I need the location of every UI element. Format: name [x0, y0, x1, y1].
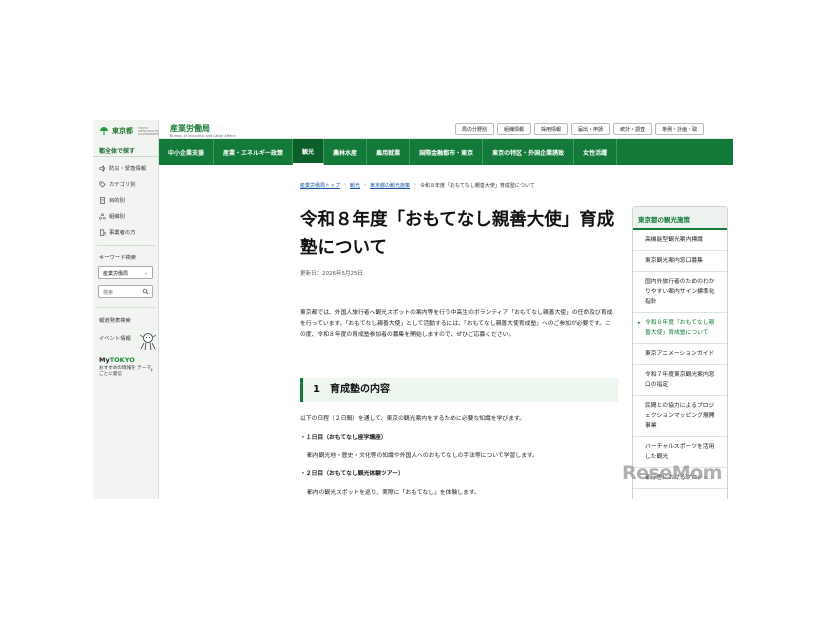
- nav-women[interactable]: 女性活躍: [574, 139, 618, 165]
- top-links: 局の分野別 組織情報 採用情報 届出・申請 統計・調査 条例・計画・取: [455, 123, 705, 135]
- sidebar-item-label: 目的別: [109, 198, 125, 204]
- top-link-recruit[interactable]: 採用情報: [534, 123, 569, 135]
- intro-paragraph: 東京都では、外国人旅行者へ観光スポットの案内等を行う中高生のボランティア「おもて…: [300, 310, 613, 338]
- sidebar-item-label: カテゴリ別: [109, 182, 136, 188]
- chevron-right-icon: ›: [344, 182, 347, 188]
- mytokyo-title: MyTOKYO: [99, 356, 155, 364]
- chevron-right-icon: ›: [414, 182, 417, 188]
- related-link[interactable]: 民間との協力によるプロジェクションマッピング展開事業: [633, 396, 727, 437]
- resemom-watermark: ReseMom: [622, 462, 722, 484]
- sidebar-item-label: 組織別: [109, 214, 125, 220]
- related-link-label: 令和８年度「おもてなし親善大使」育成塾について: [645, 320, 715, 336]
- section-heading: 1 育成塾の内容: [300, 378, 618, 402]
- divider: [97, 307, 155, 308]
- sidebar-item-organization[interactable]: 組織別: [99, 212, 125, 220]
- sidebar-item-label: 防災・緊急情報: [109, 166, 147, 172]
- sidebar-item-business[interactable]: 事業者の方: [99, 228, 136, 236]
- mytokyo-title-a: My: [99, 356, 110, 364]
- keyword-search-label: キーワード検索: [99, 255, 137, 261]
- event-info-label: イベント情報: [99, 336, 131, 342]
- nav-sme-support[interactable]: 中小企業支援: [159, 139, 215, 165]
- browser-page: 東京都 TOKYO METROPOLITAN GOVERNMENT 都全体で探す…: [93, 120, 733, 499]
- day1-text: 都内観光地・歴史・文化等の知識や外国人へのおもてなしの手法等について学習します。: [307, 453, 538, 459]
- bureau-name: 産業労働局: [170, 124, 210, 133]
- breadcrumb-link-top[interactable]: 産業労働局トップ: [300, 182, 340, 189]
- bureau-select-value: 産業労働局: [103, 271, 129, 277]
- related-link-current[interactable]: ▸ 令和８年度「おもてなし親善大使」育成塾について: [633, 313, 727, 344]
- related-link[interactable]: 令和７年度東京観光案内窓口の指定: [633, 365, 727, 396]
- mytokyo-banner[interactable]: MyTOKYO おすすめの情報を テーマごとに発信 ›: [99, 356, 155, 378]
- day1-title: ・１日目（おもてなし座学講座）: [300, 435, 387, 441]
- logo-text: 東京都: [112, 127, 133, 135]
- related-link[interactable]: 東京観光案内窓口募集: [633, 251, 727, 272]
- nav-finance-city[interactable]: 国際金融都市・東京: [410, 139, 484, 165]
- related-link[interactable]: 東京アニメーションガイド: [633, 344, 727, 365]
- top-link-organization[interactable]: 組織情報: [497, 123, 532, 135]
- day2-text: 都内の観光スポットを巡り、実際に「おもてなし」を体験します。: [307, 490, 480, 496]
- logo-subtext: TOKYO METROPOLITAN GOVERNMENT: [138, 125, 162, 136]
- site-header: 産業労働局 Bureau of Industrial and Labor Aff…: [159, 120, 733, 139]
- sidebar-item-disaster[interactable]: 防災・緊急情報: [99, 164, 146, 172]
- sidebar-item-label: 事業者の方: [109, 230, 136, 236]
- related-links-sidebar: 東京都の観光施策 高機能型観光案内標識 東京観光案内窓口募集 国内外旅行者のため…: [632, 206, 728, 499]
- mytokyo-title-b: TOKYO: [109, 356, 135, 364]
- nav-agriculture[interactable]: 農林水産: [324, 139, 368, 165]
- top-link-statistics[interactable]: 統計・調査: [613, 123, 653, 135]
- mascot-character-icon: [139, 333, 157, 351]
- sidebar-heading: 都全体で探す: [99, 148, 136, 155]
- building-icon: [100, 229, 106, 236]
- mytokyo-description: おすすめの情報を テーマごとに発信: [99, 366, 151, 377]
- top-link-applications[interactable]: 届出・申請: [571, 123, 611, 135]
- sidebar-item-purpose[interactable]: 目的別: [99, 196, 125, 204]
- sidebar-item-category[interactable]: カテゴリ別: [99, 180, 136, 188]
- nav-special-zones[interactable]: 東京の特区・外国企業誘致: [483, 139, 575, 165]
- page-title: 令和８年度「おもてなし親善大使」育成塾について: [300, 210, 615, 258]
- current-marker-icon: ▸: [638, 320, 641, 326]
- breadcrumb-link-tourism[interactable]: 観光: [350, 182, 360, 189]
- global-nav: 中小企業支援 産業・エネルギー政策 観光 農林水産 雇用就業 国際金融都市・東京…: [159, 139, 733, 165]
- speaker-icon: [99, 164, 105, 172]
- top-link-fields[interactable]: 局の分野別: [455, 123, 495, 135]
- section-paragraph: 以下の日程（２日間）を通して、東京の観光案内をするために必要な知識を学びます。: [300, 416, 526, 422]
- tokyo-logo[interactable]: 東京都 TOKYO METROPOLITAN GOVERNMENT: [99, 125, 162, 136]
- top-link-ordinances[interactable]: 条例・計画・取: [655, 123, 705, 135]
- org-icon: [99, 212, 106, 219]
- divider: [93, 156, 159, 157]
- breadcrumb: 産業労働局トップ › 観光 › 東京都の観光施策 › 令和８年度「おもてなし親善…: [300, 182, 535, 189]
- ginkgo-emblem-icon: [100, 127, 108, 135]
- breadcrumb-current: 令和８年度「おもてなし親善大使」育成塾について: [420, 183, 535, 189]
- updated-date: 更新日：2026年5月25日: [300, 271, 363, 277]
- nav-employment[interactable]: 雇用就業: [367, 139, 411, 165]
- bureau-name-en: Bureau of Industrial and Labor Affairs: [170, 134, 236, 138]
- tag-icon: [99, 181, 106, 188]
- divider: [97, 245, 155, 246]
- nav-tourism[interactable]: 観光: [293, 139, 325, 165]
- press-release-search-link[interactable]: 報道発表検索: [99, 316, 131, 324]
- related-link[interactable]: 高機能型観光案内標識: [633, 230, 727, 251]
- bureau-logo[interactable]: 産業労働局 Bureau of Industrial and Labor Aff…: [170, 123, 236, 138]
- search-icon[interactable]: [142, 288, 149, 295]
- left-sidebar: 東京都 TOKYO METROPOLITAN GOVERNMENT 都全体で探す…: [93, 120, 162, 499]
- bureau-select[interactable]: 産業労働局 ⌄: [98, 266, 153, 279]
- day2-title: ・２日目（おもてなし観光体験ツアー）: [300, 471, 404, 477]
- chevron-right-icon: ›: [364, 182, 367, 188]
- chevron-down-icon: ⌄: [143, 270, 148, 276]
- nav-industry-energy[interactable]: 産業・エネルギー政策: [214, 139, 294, 165]
- chevron-right-icon: ›: [150, 366, 153, 374]
- related-link[interactable]: 国内外旅行者のためのわかりやすい案内サイン標準化指針: [633, 272, 727, 313]
- related-links-heading: 東京都の観光施策: [633, 207, 727, 230]
- breadcrumb-link-policies[interactable]: 東京都の観光施策: [370, 182, 410, 189]
- document-icon: [100, 196, 105, 204]
- search-input[interactable]: 検索: [98, 285, 153, 298]
- search-placeholder: 検索: [103, 290, 114, 296]
- event-info-link[interactable]: イベント情報: [99, 332, 159, 352]
